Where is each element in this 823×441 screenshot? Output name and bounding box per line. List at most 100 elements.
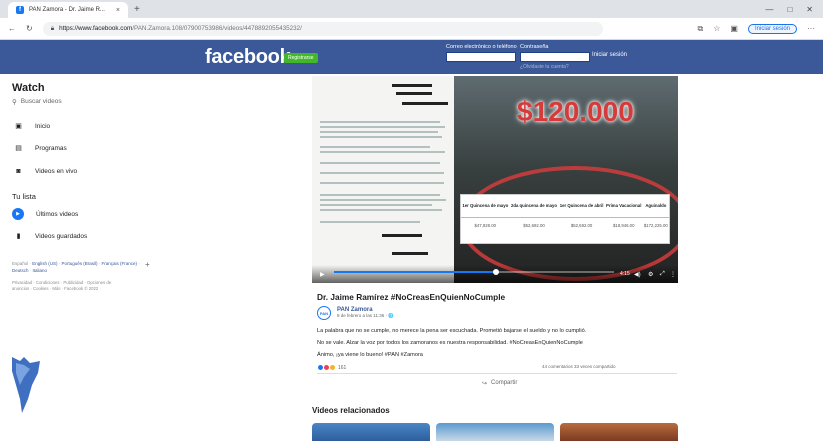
doc-text-line — [320, 162, 440, 164]
language-link[interactable]: Português (Brasil) — [62, 261, 98, 266]
add-language-button[interactable]: + — [145, 260, 150, 269]
favorites-icon[interactable]: ☆ — [713, 24, 720, 33]
comment-share-counts[interactable]: 44 comentarios 33 veces compartido — [542, 364, 616, 369]
language-link[interactable]: Deutsch — [12, 268, 29, 273]
live-icon: ◙ — [16, 167, 21, 175]
more-options-icon[interactable]: ⋮ — [670, 271, 676, 278]
play-icon: ▶ — [12, 208, 24, 220]
doc-text-line — [320, 209, 442, 211]
extensions-icon[interactable]: ⧉ — [698, 24, 704, 34]
table-header: 1er Quincena de abril — [558, 195, 605, 218]
play-button[interactable]: ▶ — [320, 271, 325, 278]
post-text-line: No se vale. Alzar la voz por todos los z… — [317, 340, 583, 346]
browser-titlebar: f PAN Zamora - Dr. Jaime R... × + — □ ✕ — [0, 0, 823, 18]
more-menu-icon[interactable]: ··· — [807, 24, 815, 33]
doc-text-line — [320, 194, 440, 196]
table-cell: $47,928.00 — [474, 222, 497, 228]
post-text-line: La palabra que no se cumple, no merece l… — [317, 328, 587, 334]
sidebar-item-label: Videos en vivo — [35, 167, 78, 175]
facebook-header: facebook Registrarse Correo electrónico … — [0, 40, 823, 74]
browser-tab[interactable]: f PAN Zamora - Dr. Jaime R... × — [8, 2, 128, 18]
tab-title: PAN Zamora - Dr. Jaime R... — [29, 7, 105, 13]
url-path: /PAN.Zamora.108/07900753986/videos/44788… — [132, 25, 302, 32]
decorative-blue-shape — [12, 357, 40, 413]
share-button[interactable]: ↪ Compartir — [482, 380, 517, 387]
language-link[interactable]: English (US) — [32, 261, 57, 266]
post-timestamp[interactable]: 8 de febrero a las 11:36 · 🌐 — [337, 313, 394, 319]
close-window-button[interactable]: ✕ — [806, 5, 813, 14]
sidebar-item-videos-en-vivo[interactable]: ◙ Videos en vivo — [14, 167, 77, 175]
language-link[interactable]: Français (France) — [102, 261, 138, 266]
doc-text-line — [320, 151, 445, 153]
price-overlay: $120.000 — [517, 96, 634, 127]
right-pane — [685, 74, 823, 441]
video-player[interactable]: $120.000 1er Quincena de mayo 2da quince… — [312, 76, 678, 283]
table-header: 1er Quincena de mayo — [461, 195, 510, 218]
collections-icon[interactable]: ▣ — [730, 24, 738, 33]
doc-redaction — [382, 234, 422, 237]
post-author: PAN PAN Zamora 8 de febrero a las 11:36 … — [317, 306, 394, 320]
email-input[interactable] — [446, 52, 516, 62]
browser-signin-button[interactable]: Iniciar sesión — [747, 23, 797, 34]
forgot-account-link[interactable]: ¿Olvidaste tu cuenta? — [520, 64, 569, 70]
facebook-favicon-icon: f — [16, 6, 24, 14]
table-cell: $52,692.00 — [523, 222, 545, 228]
document-image — [312, 76, 454, 283]
doc-text-line — [320, 199, 446, 201]
reload-icon[interactable]: ↻ — [26, 24, 33, 33]
related-video-thumbnail[interactable] — [312, 423, 430, 441]
doc-redaction — [392, 252, 428, 255]
url-field[interactable]: 🔒︎ https://www.facebook.com/PAN.Zamora.1… — [42, 21, 603, 36]
watch-heading: Watch — [12, 82, 45, 94]
tv-icon: ▣ — [15, 123, 22, 130]
reactions[interactable]: 161 — [317, 364, 346, 371]
table-header: Prima Vacacional — [604, 195, 643, 218]
sidebar-item-label: Videos guardados — [35, 232, 88, 240]
maximize-button[interactable]: □ — [787, 5, 792, 14]
minimize-button[interactable]: — — [765, 5, 773, 14]
register-button[interactable]: Registrarse — [284, 53, 318, 63]
watch-sidebar: Watch ⚲ Buscar videos ▣ Inicio ▤ Program… — [0, 74, 300, 441]
main-content: $120.000 1er Quincena de mayo 2da quince… — [300, 74, 685, 441]
sidebar-item-programas[interactable]: ▤ Programas — [14, 144, 67, 153]
progress-fill — [334, 271, 497, 273]
related-video-thumbnail[interactable] — [436, 423, 554, 441]
share-label: Compartir — [491, 380, 518, 386]
table-cell: $172,225.00 — [643, 222, 668, 228]
post-text-line: Ánimo, ¡ya viene lo bueno! #PAN #Zamora — [317, 352, 423, 358]
divider — [317, 373, 677, 374]
doc-text-line — [320, 146, 430, 148]
doc-text-line — [320, 131, 438, 133]
address-bar: ← ↻ 🔒︎ https://www.facebook.com/PAN.Zamo… — [0, 18, 823, 40]
new-tab-button[interactable]: + — [134, 4, 140, 15]
fullscreen-icon[interactable]: ⤢ — [660, 271, 665, 278]
back-arrow-icon[interactable]: ← — [8, 24, 16, 33]
settings-gear-icon[interactable]: ⚙ — [648, 271, 653, 278]
sidebar-item-label: Inicio — [35, 122, 51, 130]
language-current: Español — [12, 261, 29, 266]
time-readout: 4:15 — [620, 271, 630, 277]
password-input[interactable] — [520, 52, 590, 62]
doc-text-line — [320, 121, 440, 123]
lock-icon: 🔒︎ — [50, 24, 55, 32]
avatar-initials: PAN — [319, 310, 329, 316]
bookmark-icon: ▮ — [16, 233, 21, 240]
sidebar-item-inicio[interactable]: ▣ Inicio — [14, 122, 51, 131]
login-button[interactable]: Iniciar sesión — [592, 52, 627, 58]
sidebar-item-videos-guardados[interactable]: ▮ Videos guardados — [14, 232, 88, 241]
facebook-logo[interactable]: facebook — [205, 46, 291, 69]
search-videos[interactable]: ⚲ Buscar videos — [12, 98, 62, 106]
video-progress-bar[interactable] — [334, 271, 614, 273]
related-videos-heading: Videos relacionados — [312, 406, 390, 415]
sidebar-item-label: Programas — [35, 144, 67, 152]
doc-text-line — [320, 172, 444, 174]
volume-icon[interactable]: ◀) — [634, 271, 641, 278]
related-video-thumbnail[interactable] — [560, 423, 678, 441]
tu-lista-heading: Tu lista — [12, 192, 36, 201]
tab-close-icon[interactable]: × — [116, 7, 120, 14]
salary-table: 1er Quincena de mayo 2da quincena de may… — [460, 194, 670, 244]
search-icon: ⚲ — [12, 99, 17, 106]
language-link[interactable]: Italiano — [33, 268, 48, 273]
avatar[interactable]: PAN — [317, 306, 331, 320]
sidebar-item-ultimos-videos[interactable]: ▶ Últimos videos — [12, 208, 78, 220]
